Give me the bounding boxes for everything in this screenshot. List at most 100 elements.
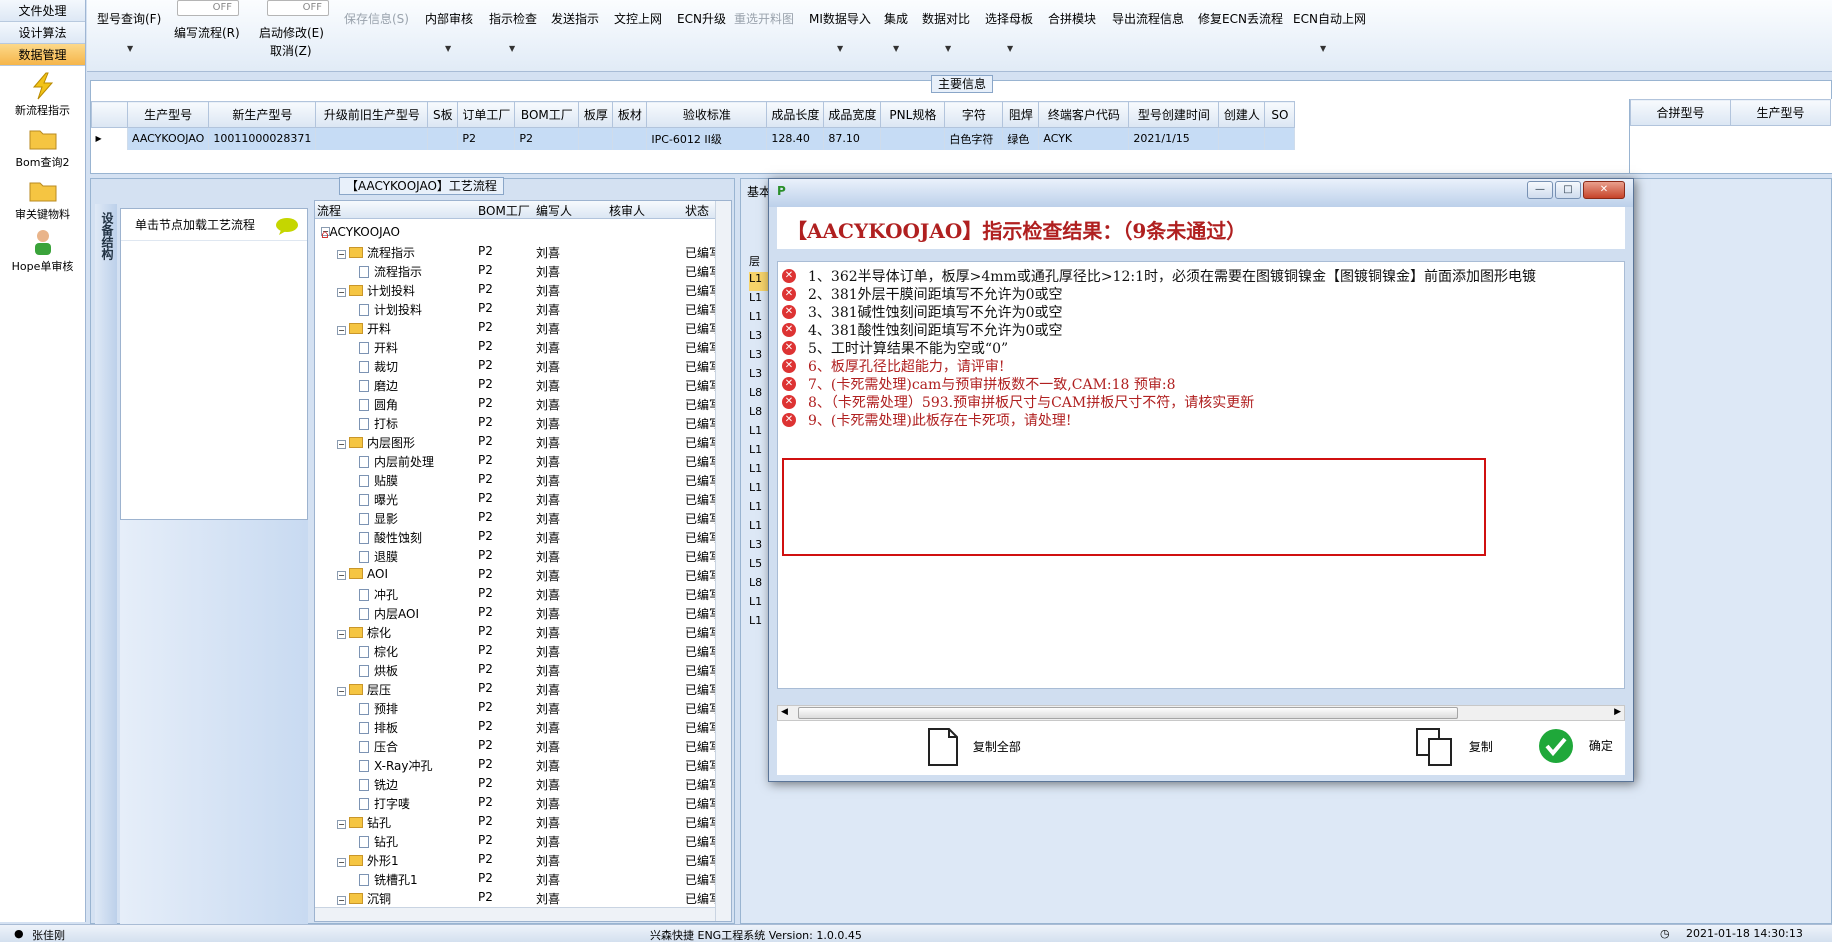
collapse-icon[interactable]: −: [337, 326, 346, 335]
export-flow-info-button[interactable]: 导出流程信息: [1112, 10, 1184, 27]
table-cell[interactable]: IPC-6012 II级: [646, 127, 768, 150]
tree-node[interactable]: 曝光 P2 刘喜 已编写: [315, 489, 721, 508]
merge-module-button[interactable]: 合拼模块: [1048, 10, 1096, 27]
column-header[interactable]: 验收标准: [646, 101, 768, 128]
chevron-down-icon[interactable]: ▼: [127, 44, 133, 53]
maximize-icon[interactable]: □: [1555, 181, 1581, 199]
tree-vertical-scrollbar[interactable]: [715, 201, 731, 921]
mi-data-import-button[interactable]: MI数据导入: [809, 10, 871, 27]
column-header[interactable]: SO: [1264, 101, 1296, 128]
edit-flow-button[interactable]: 编写流程(R): [174, 24, 240, 41]
table-cell[interactable]: P2: [514, 127, 580, 150]
collapse-icon[interactable]: −: [337, 571, 346, 580]
tree-node[interactable]: 酸性蚀刻 P2 刘喜 已编写: [315, 527, 721, 546]
collapse-icon[interactable]: −: [337, 630, 346, 639]
equipment-structure-tab[interactable]: 设备结构: [95, 204, 117, 924]
collapse-icon[interactable]: −: [337, 896, 346, 905]
tree-node[interactable]: − AOI P2 刘喜 已编写: [315, 565, 721, 584]
tree-col-reviewer[interactable]: 核审人: [609, 202, 645, 219]
instruction-check-button[interactable]: 指示检查: [489, 10, 537, 27]
ecn-upgrade-button[interactable]: ECN升级: [677, 10, 726, 27]
tree-node[interactable]: 内层AOI P2 刘喜 已编写: [315, 603, 721, 622]
scroll-left-icon[interactable]: ◀: [781, 707, 788, 717]
collapse-icon[interactable]: −: [337, 687, 346, 696]
table-cell[interactable]: 87.10: [823, 127, 882, 150]
close-icon[interactable]: ✕: [1583, 181, 1625, 199]
tree-node[interactable]: 内层前处理 P2 刘喜 已编写: [315, 451, 721, 470]
tree-node[interactable]: 烘板 P2 刘喜 已编写: [315, 660, 721, 679]
column-header[interactable]: 升级前旧生产型号: [315, 101, 429, 128]
start-modify-toggle[interactable]: OFF: [267, 0, 329, 16]
nav-tab-data[interactable]: 数据管理: [0, 44, 85, 66]
column-header[interactable]: 板厚: [578, 101, 614, 128]
tree-node[interactable]: 贴膜 P2 刘喜 已编写: [315, 470, 721, 489]
cancel-button[interactable]: 取消(Z): [270, 42, 312, 59]
column-header[interactable]: 板材: [612, 101, 648, 128]
tree-node[interactable]: 铣槽孔1 P2 刘喜 已编写: [315, 869, 721, 888]
column-header[interactable]: 字符: [944, 101, 1004, 128]
table-cell[interactable]: [427, 127, 459, 150]
tree-node[interactable]: − 外形1 P2 刘喜 已编写: [315, 850, 721, 869]
table-cell[interactable]: 128.40: [766, 127, 825, 150]
ok-button[interactable]: 确定: [1537, 727, 1613, 765]
tree-node[interactable]: 磨边 P2 刘喜 已编写: [315, 375, 721, 394]
tree-node[interactable]: 预排 P2 刘喜 已编写: [315, 698, 721, 717]
side-column-header[interactable]: 生产型号: [1730, 99, 1831, 126]
tree-node[interactable]: 钻孔 P2 刘喜 已编写: [315, 831, 721, 850]
copy-all-button[interactable]: 复制全部: [927, 727, 1021, 767]
tree-node[interactable]: − 计划投料 P2 刘喜 已编写: [315, 280, 721, 299]
table-cell[interactable]: P2: [457, 127, 516, 150]
nav-tab-design[interactable]: 设计算法: [0, 22, 85, 44]
tree-node[interactable]: 冲孔 P2 刘喜 已编写: [315, 584, 721, 603]
tree-node[interactable]: 计划投料 P2 刘喜 已编写: [315, 299, 721, 318]
table-cell[interactable]: 10011000028371: [208, 127, 317, 150]
column-header[interactable]: BOM工厂: [514, 101, 580, 128]
tree-node[interactable]: 排板 P2 刘喜 已编写: [315, 717, 721, 736]
tree-node[interactable]: 开料 P2 刘喜 已编写: [315, 337, 721, 356]
chevron-down-icon[interactable]: ▼: [837, 44, 843, 53]
chevron-down-icon[interactable]: ▼: [1320, 44, 1326, 53]
tree-col-author[interactable]: 编写人: [536, 202, 572, 219]
tree-col-flow[interactable]: 流程: [317, 202, 341, 219]
collapse-icon[interactable]: −: [337, 440, 346, 449]
table-cell[interactable]: [1218, 127, 1266, 150]
tree-node[interactable]: − 棕化 P2 刘喜 已编写: [315, 622, 721, 641]
scroll-right-icon[interactable]: ▶: [1614, 707, 1621, 717]
column-header[interactable]: 创建人: [1218, 101, 1266, 128]
minimize-icon[interactable]: —: [1527, 181, 1553, 199]
tree-node[interactable]: 压合 P2 刘喜 已编写: [315, 736, 721, 755]
copy-button[interactable]: 复制: [1415, 727, 1493, 767]
tree-node[interactable]: − 钻孔 P2 刘喜 已编写: [315, 812, 721, 831]
tree-node[interactable]: − 层压 P2 刘喜 已编写: [315, 679, 721, 698]
column-header[interactable]: S板: [427, 101, 459, 128]
process-tree[interactable]: 流程 BOM工厂 编写人 核审人 状态 − ⌂ AACYKOOJAO − 流程指示 P…: [314, 200, 732, 922]
collapse-icon[interactable]: −: [337, 288, 346, 297]
table-cell[interactable]: 白色字符: [944, 127, 1004, 150]
tree-node[interactable]: 打标 P2 刘喜 已编写: [315, 413, 721, 432]
table-cell[interactable]: [1264, 127, 1296, 150]
table-cell[interactable]: 2021/1/15: [1128, 127, 1220, 150]
send-instruction-button[interactable]: 发送指示: [551, 10, 599, 27]
chevron-down-icon[interactable]: ▼: [945, 44, 951, 53]
model-query-button[interactable]: 型号查询(F): [97, 10, 161, 27]
tree-node[interactable]: 圆角 P2 刘喜 已编写: [315, 394, 721, 413]
collapse-icon[interactable]: −: [337, 858, 346, 867]
column-header[interactable]: 订单工厂: [457, 101, 516, 128]
column-header[interactable]: 阻焊: [1002, 101, 1040, 128]
fix-ecn-flow-button[interactable]: 修复ECN丢流程: [1198, 10, 1283, 27]
ecn-auto-online-button[interactable]: ECN自动上网: [1293, 10, 1366, 27]
side-column-header[interactable]: 合拼型号: [1630, 99, 1731, 126]
table-cell[interactable]: AACYKOOJAO: [127, 127, 210, 150]
table-row[interactable]: ▶ AACYKOOJAO 10011000028371 P2 P2 IPC-6012 II…: [91, 127, 1296, 150]
tree-horizontal-scrollbar[interactable]: [315, 907, 715, 921]
select-mother-board-button[interactable]: 选择母板: [985, 10, 1033, 27]
column-header[interactable]: 新生产型号: [208, 101, 317, 128]
tree-root[interactable]: − ⌂ AACYKOOJAO: [315, 223, 715, 242]
tree-node[interactable]: 铣边 P2 刘喜 已编写: [315, 774, 721, 793]
collapse-icon[interactable]: −: [337, 820, 346, 829]
data-compare-button[interactable]: 数据对比: [922, 10, 970, 27]
chevron-down-icon[interactable]: ▼: [509, 44, 515, 53]
column-header[interactable]: 成品宽度: [823, 101, 882, 128]
tree-node[interactable]: 打字唛 P2 刘喜 已编写: [315, 793, 721, 812]
tree-node[interactable]: − 内层图形 P2 刘喜 已编写: [315, 432, 721, 451]
